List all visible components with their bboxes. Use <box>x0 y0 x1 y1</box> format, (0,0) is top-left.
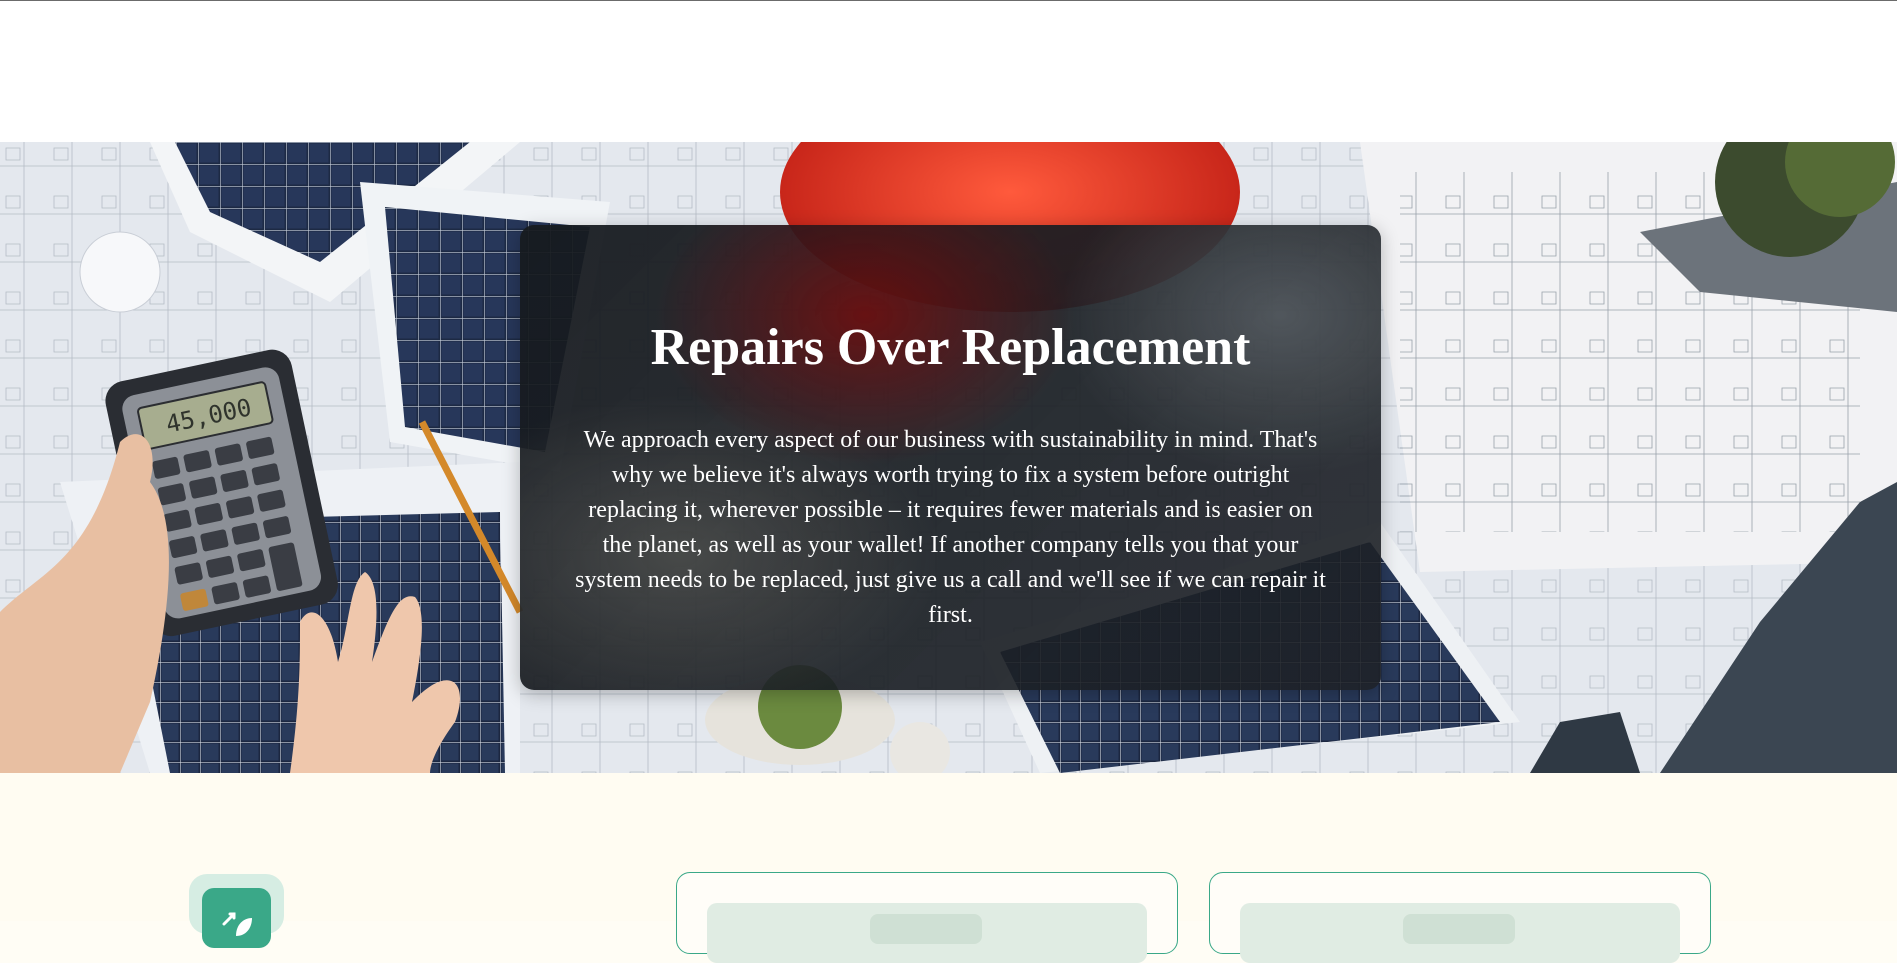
site-header <box>0 1 1897 142</box>
hero-title: Repairs Over Replacement <box>650 319 1251 376</box>
leaf-icon <box>202 888 271 948</box>
hero-description: We approach every aspect of our business… <box>575 427 1326 628</box>
feature-card-image <box>1240 903 1680 963</box>
feature-card-tag <box>1403 914 1515 944</box>
feature-card-image <box>707 903 1147 963</box>
feature-card-tag <box>870 914 982 944</box>
hero-section: 45,000 Repairs Over Replacement We appro… <box>0 142 1897 773</box>
feature-card-2[interactable] <box>1209 872 1711 963</box>
features-section <box>0 773 1897 963</box>
feature-card-1[interactable] <box>676 872 1178 963</box>
hero-card: Repairs Over Replacement We approach eve… <box>520 225 1381 690</box>
feature-icon-container <box>189 874 284 948</box>
